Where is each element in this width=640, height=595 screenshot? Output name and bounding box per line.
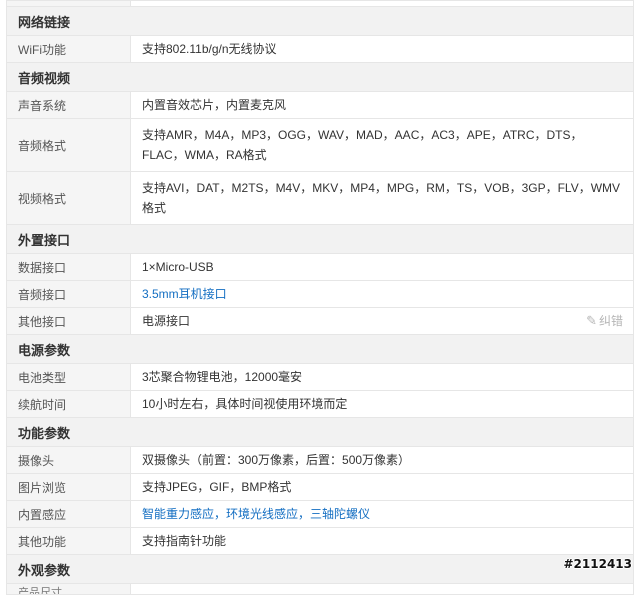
spec-row-image-viewing: 图片浏览 支持JPEG，GIF，BMP格式 <box>6 473 634 501</box>
section-header-power: 电源参数 <box>6 334 634 364</box>
spec-label-partial: 产品尺寸 <box>6 583 131 595</box>
spec-label: 其他功能 <box>6 527 131 555</box>
spec-label: 音频接口 <box>6 280 131 308</box>
spec-value: 内置音效芯片，内置麦克风 <box>130 91 634 119</box>
spec-label: 其他接口 <box>6 307 131 335</box>
spec-table: 网络链接 WiFi功能 支持802.11b/g/n无线协议 音频视频 声音系统 … <box>6 0 634 595</box>
section-header-audio-video: 音频视频 <box>6 62 634 92</box>
spec-row-audio-format: 音频格式 支持AMR，M4A，MP3，OGG，WAV，MAD，AAC，AC3，A… <box>6 118 634 172</box>
section-header-appearance: 外观参数 <box>6 554 634 584</box>
spec-row-battery-life: 续航时间 10小时左右，具体时间视使用环境而定 <box>6 390 634 418</box>
spec-label: 视频格式 <box>6 171 131 225</box>
spec-row-sound-system: 声音系统 内置音效芯片，内置麦克风 <box>6 91 634 119</box>
edit-icon: ✎ <box>586 313 597 328</box>
spec-value: 1×Micro-USB <box>130 253 634 281</box>
spec-label: 电池类型 <box>6 363 131 391</box>
spec-row-partial: 产品尺寸 <box>6 583 634 595</box>
spec-value: 支持AVI，DAT，M2TS，M4V，MKV，MP4，MPG，RM，TS，VOB… <box>130 171 634 225</box>
spec-value: 支持802.11b/g/n无线协议 <box>130 35 634 63</box>
spec-row-sensors: 内置感应 智能重力感应，环境光线感应，三轴陀螺仪 <box>6 500 634 528</box>
section-header-features: 功能参数 <box>6 417 634 447</box>
section-header-network: 网络链接 <box>6 6 634 36</box>
spec-value: 支持JPEG，GIF，BMP格式 <box>130 473 634 501</box>
spec-row-audio-port: 音频接口 3.5mm耳机接口 <box>6 280 634 308</box>
spec-value: 10小时左右，具体时间视使用环境而定 <box>130 390 634 418</box>
spec-label: 续航时间 <box>6 390 131 418</box>
spec-row-video-format: 视频格式 支持AVI，DAT，M2TS，M4V，MKV，MP4，MPG，RM，T… <box>6 171 634 225</box>
section-header-external-ports: 外置接口 <box>6 224 634 254</box>
spec-label: 图片浏览 <box>6 473 131 501</box>
spec-label: 音频格式 <box>6 118 131 172</box>
spec-value: 双摄像头（前置：300万像素，后置：500万像素） <box>130 446 634 474</box>
spec-label: WiFi功能 <box>6 35 131 63</box>
spec-value: 3芯聚合物锂电池，12000毫安 <box>130 363 634 391</box>
spec-value-link[interactable]: 智能重力感应，环境光线感应，三轴陀螺仪 <box>142 507 370 521</box>
spec-label: 内置感应 <box>6 500 131 528</box>
spec-label: 数据接口 <box>6 253 131 281</box>
spec-row-wifi: WiFi功能 支持802.11b/g/n无线协议 <box>6 35 634 63</box>
spec-row-data-port: 数据接口 1×Micro-USB <box>6 253 634 281</box>
spec-row-battery-type: 电池类型 3芯聚合物锂电池，12000毫安 <box>6 363 634 391</box>
spec-row-other-ports: 其他接口 ✎ 纠错 电源接口 <box>6 307 634 335</box>
spec-label: 摄像头 <box>6 446 131 474</box>
watermark: #2112413 <box>563 557 632 571</box>
spec-value: 电源接口 <box>142 314 191 328</box>
spec-label: 声音系统 <box>6 91 131 119</box>
spec-value-link[interactable]: 3.5mm耳机接口 <box>142 287 227 301</box>
spec-row-other-features: 其他功能 支持指南针功能 <box>6 527 634 555</box>
spec-row-camera: 摄像头 双摄像头（前置：300万像素，后置：500万像素） <box>6 446 634 474</box>
spec-value: 支持指南针功能 <box>130 527 634 555</box>
edit-link[interactable]: ✎ 纠错 <box>586 311 623 331</box>
spec-value: 支持AMR，M4A，MP3，OGG，WAV，MAD，AAC，AC3，APE，AT… <box>130 118 634 172</box>
